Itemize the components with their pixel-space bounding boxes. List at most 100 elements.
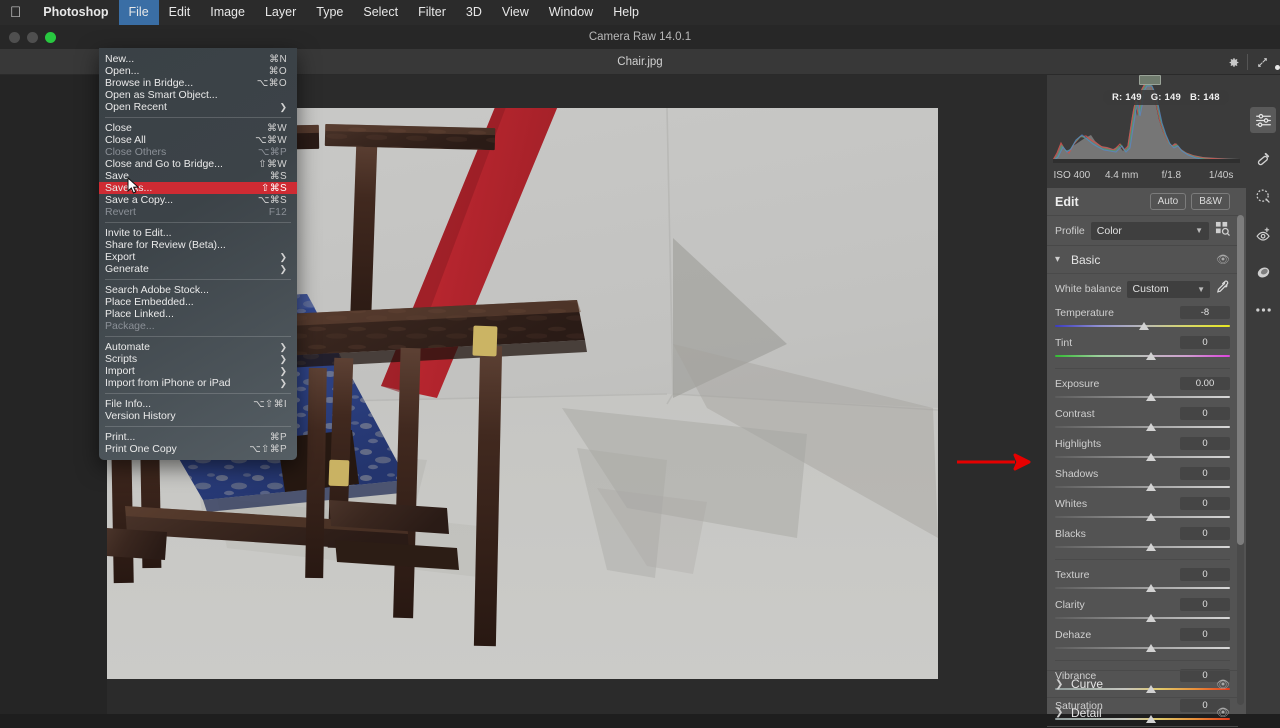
section-header-basic[interactable]: ▾ Basic 👁 — [1047, 246, 1238, 274]
slider-tint[interactable]: Tint 0 — [1047, 335, 1238, 361]
menu-item-window[interactable]: Window — [539, 0, 603, 25]
menu-item-type[interactable]: Type — [306, 0, 353, 25]
slider-value-tint[interactable]: 0 — [1180, 336, 1230, 349]
maximize-button[interactable] — [45, 31, 56, 43]
profile-browser-icon[interactable] — [1215, 221, 1230, 241]
slider-knob-exposure[interactable] — [1146, 393, 1157, 401]
slider-track-dehaze[interactable] — [1055, 644, 1230, 653]
slider-knob-whites[interactable] — [1146, 513, 1157, 521]
slider-knob-texture[interactable] — [1146, 584, 1157, 592]
slider-track-clarity[interactable] — [1055, 614, 1230, 623]
menu-item-import-from-iphone-or-ipad[interactable]: Import from iPhone or iPad ❯ — [99, 377, 297, 389]
menu-item-file[interactable]: File — [118, 0, 159, 25]
menu-item-share-for-review-beta[interactable]: Share for Review (Beta)... — [99, 239, 297, 251]
masking-icon[interactable] — [1250, 183, 1276, 209]
panel-scrollbar[interactable] — [1237, 215, 1244, 705]
menu-item-photoshop[interactable]: Photoshop — [33, 0, 118, 25]
slider-track-shadows[interactable] — [1055, 483, 1230, 492]
slider-track-tint[interactable] — [1055, 352, 1230, 361]
gear-icon[interactable] — [1219, 49, 1247, 75]
menu-item-close-and-go-to-bridge[interactable]: Close and Go to Bridge... ⇧⌘W — [99, 158, 297, 170]
slider-knob-blacks[interactable] — [1146, 543, 1157, 551]
auto-button[interactable]: Auto — [1149, 193, 1187, 210]
slider-knob-shadows[interactable] — [1146, 483, 1157, 491]
eyedropper-icon[interactable] — [1215, 279, 1230, 299]
slider-texture[interactable]: Texture 0 — [1047, 567, 1238, 593]
menu-item-file-info[interactable]: File Info... ⌥⇧⌘I — [99, 398, 297, 410]
menu-item-select[interactable]: Select — [353, 0, 408, 25]
bw-button[interactable]: B&W — [1191, 193, 1230, 210]
slider-knob-contrast[interactable] — [1146, 423, 1157, 431]
slider-value-blacks[interactable]: 0 — [1180, 527, 1230, 540]
slider-knob-temperature[interactable] — [1139, 322, 1150, 330]
scrollbar-thumb[interactable] — [1237, 215, 1244, 545]
menu-item-generate[interactable]: Generate ❯ — [99, 263, 297, 275]
slider-shadows[interactable]: Shadows 0 — [1047, 466, 1238, 492]
apple-logo-icon[interactable]:  — [10, 5, 21, 20]
slider-value-highlights[interactable]: 0 — [1180, 437, 1230, 450]
menu-item-help[interactable]: Help — [603, 0, 649, 25]
slider-knob-tint[interactable] — [1146, 352, 1157, 360]
menu-item-open-as-smart-object[interactable]: Open as Smart Object... — [99, 89, 297, 101]
slider-value-dehaze[interactable]: 0 — [1180, 628, 1230, 641]
menu-item-save-a-copy[interactable]: Save a Copy... ⌥⌘S — [99, 194, 297, 206]
slider-contrast[interactable]: Contrast 0 — [1047, 406, 1238, 432]
menu-item-close-all[interactable]: Close All ⌥⌘W — [99, 134, 297, 146]
window-traffic-lights[interactable] — [9, 25, 56, 49]
slider-track-highlights[interactable] — [1055, 453, 1230, 462]
slider-value-clarity[interactable]: 0 — [1180, 598, 1230, 611]
section-header-detail[interactable]: ❯ Detail 👁 — [1047, 699, 1238, 727]
eye-toggle-icon[interactable]: 👁 — [1216, 253, 1230, 266]
radial-gradient-icon[interactable] — [1250, 259, 1276, 285]
eye-toggle-icon[interactable]: 👁 — [1216, 706, 1230, 719]
slider-track-contrast[interactable] — [1055, 423, 1230, 432]
menu-item-version-history[interactable]: Version History — [99, 410, 297, 422]
menu-item-browse-in-bridge[interactable]: Browse in Bridge... ⌥⌘O — [99, 77, 297, 89]
menu-item-search-adobe-stock[interactable]: Search Adobe Stock... — [99, 284, 297, 296]
menu-item-view[interactable]: View — [492, 0, 539, 25]
menu-item-close[interactable]: Close ⌘W — [99, 122, 297, 134]
menu-item-3d[interactable]: 3D — [456, 0, 492, 25]
healing-brush-icon[interactable] — [1250, 145, 1276, 171]
slider-dehaze[interactable]: Dehaze 0 — [1047, 627, 1238, 653]
profile-select[interactable]: Color ▼ — [1090, 221, 1209, 240]
menu-item-export[interactable]: Export ❯ — [99, 251, 297, 263]
slider-track-exposure[interactable] — [1055, 393, 1230, 402]
menu-item-automate[interactable]: Automate ❯ — [99, 341, 297, 353]
slider-value-contrast[interactable]: 0 — [1180, 407, 1230, 420]
menu-item-save-as[interactable]: Save As... ⇧⌘S — [99, 182, 297, 194]
menu-item-print-one-copy[interactable]: Print One Copy ⌥⇧⌘P — [99, 443, 297, 455]
section-header-curve[interactable]: ❯ Curve 👁 — [1047, 670, 1238, 698]
file-dropdown-menu[interactable]: New... ⌘N Open... ⌘O Browse in Bridge... ⌥⌘O O… — [99, 48, 297, 460]
slider-whites[interactable]: Whites 0 — [1047, 496, 1238, 522]
menu-item-scripts[interactable]: Scripts ❯ — [99, 353, 297, 365]
red-eye-icon[interactable] — [1250, 221, 1276, 247]
menu-item-open[interactable]: Open... ⌘O — [99, 65, 297, 77]
menu-item-image[interactable]: Image — [200, 0, 255, 25]
menu-item-place-linked[interactable]: Place Linked... — [99, 308, 297, 320]
menu-item-edit[interactable]: Edit — [159, 0, 201, 25]
slider-value-temperature[interactable]: -8 — [1180, 306, 1230, 319]
slider-exposure[interactable]: Exposure 0.00 — [1047, 376, 1238, 402]
slider-value-exposure[interactable]: 0.00 — [1180, 377, 1230, 390]
slider-highlights[interactable]: Highlights 0 — [1047, 436, 1238, 462]
menu-item-layer[interactable]: Layer — [255, 0, 306, 25]
white-balance-select[interactable]: Custom ▼ — [1126, 280, 1210, 298]
menu-item-print[interactable]: Print... ⌘P — [99, 431, 297, 443]
menu-item-invite-to-edit[interactable]: Invite to Edit... — [99, 227, 297, 239]
slider-value-texture[interactable]: 0 — [1180, 568, 1230, 581]
menu-item-new[interactable]: New... ⌘N — [99, 53, 297, 65]
eye-toggle-icon[interactable]: 👁 — [1216, 678, 1230, 691]
more-options-icon[interactable] — [1250, 297, 1276, 323]
expand-arrows-icon[interactable] — [1248, 49, 1276, 75]
histogram-graph[interactable]: R: 149 G: 149 B: 148 — [1053, 75, 1240, 163]
slider-clarity[interactable]: Clarity 0 — [1047, 597, 1238, 623]
slider-temperature[interactable]: Temperature -8 — [1047, 305, 1238, 331]
slider-track-blacks[interactable] — [1055, 543, 1230, 552]
minimize-button[interactable] — [27, 31, 38, 43]
slider-knob-clarity[interactable] — [1146, 614, 1157, 622]
menu-item-open-recent[interactable]: Open Recent ❯ — [99, 101, 297, 113]
slider-blacks[interactable]: Blacks 0 — [1047, 526, 1238, 552]
close-button[interactable] — [9, 31, 20, 43]
menu-item-import[interactable]: Import ❯ — [99, 365, 297, 377]
